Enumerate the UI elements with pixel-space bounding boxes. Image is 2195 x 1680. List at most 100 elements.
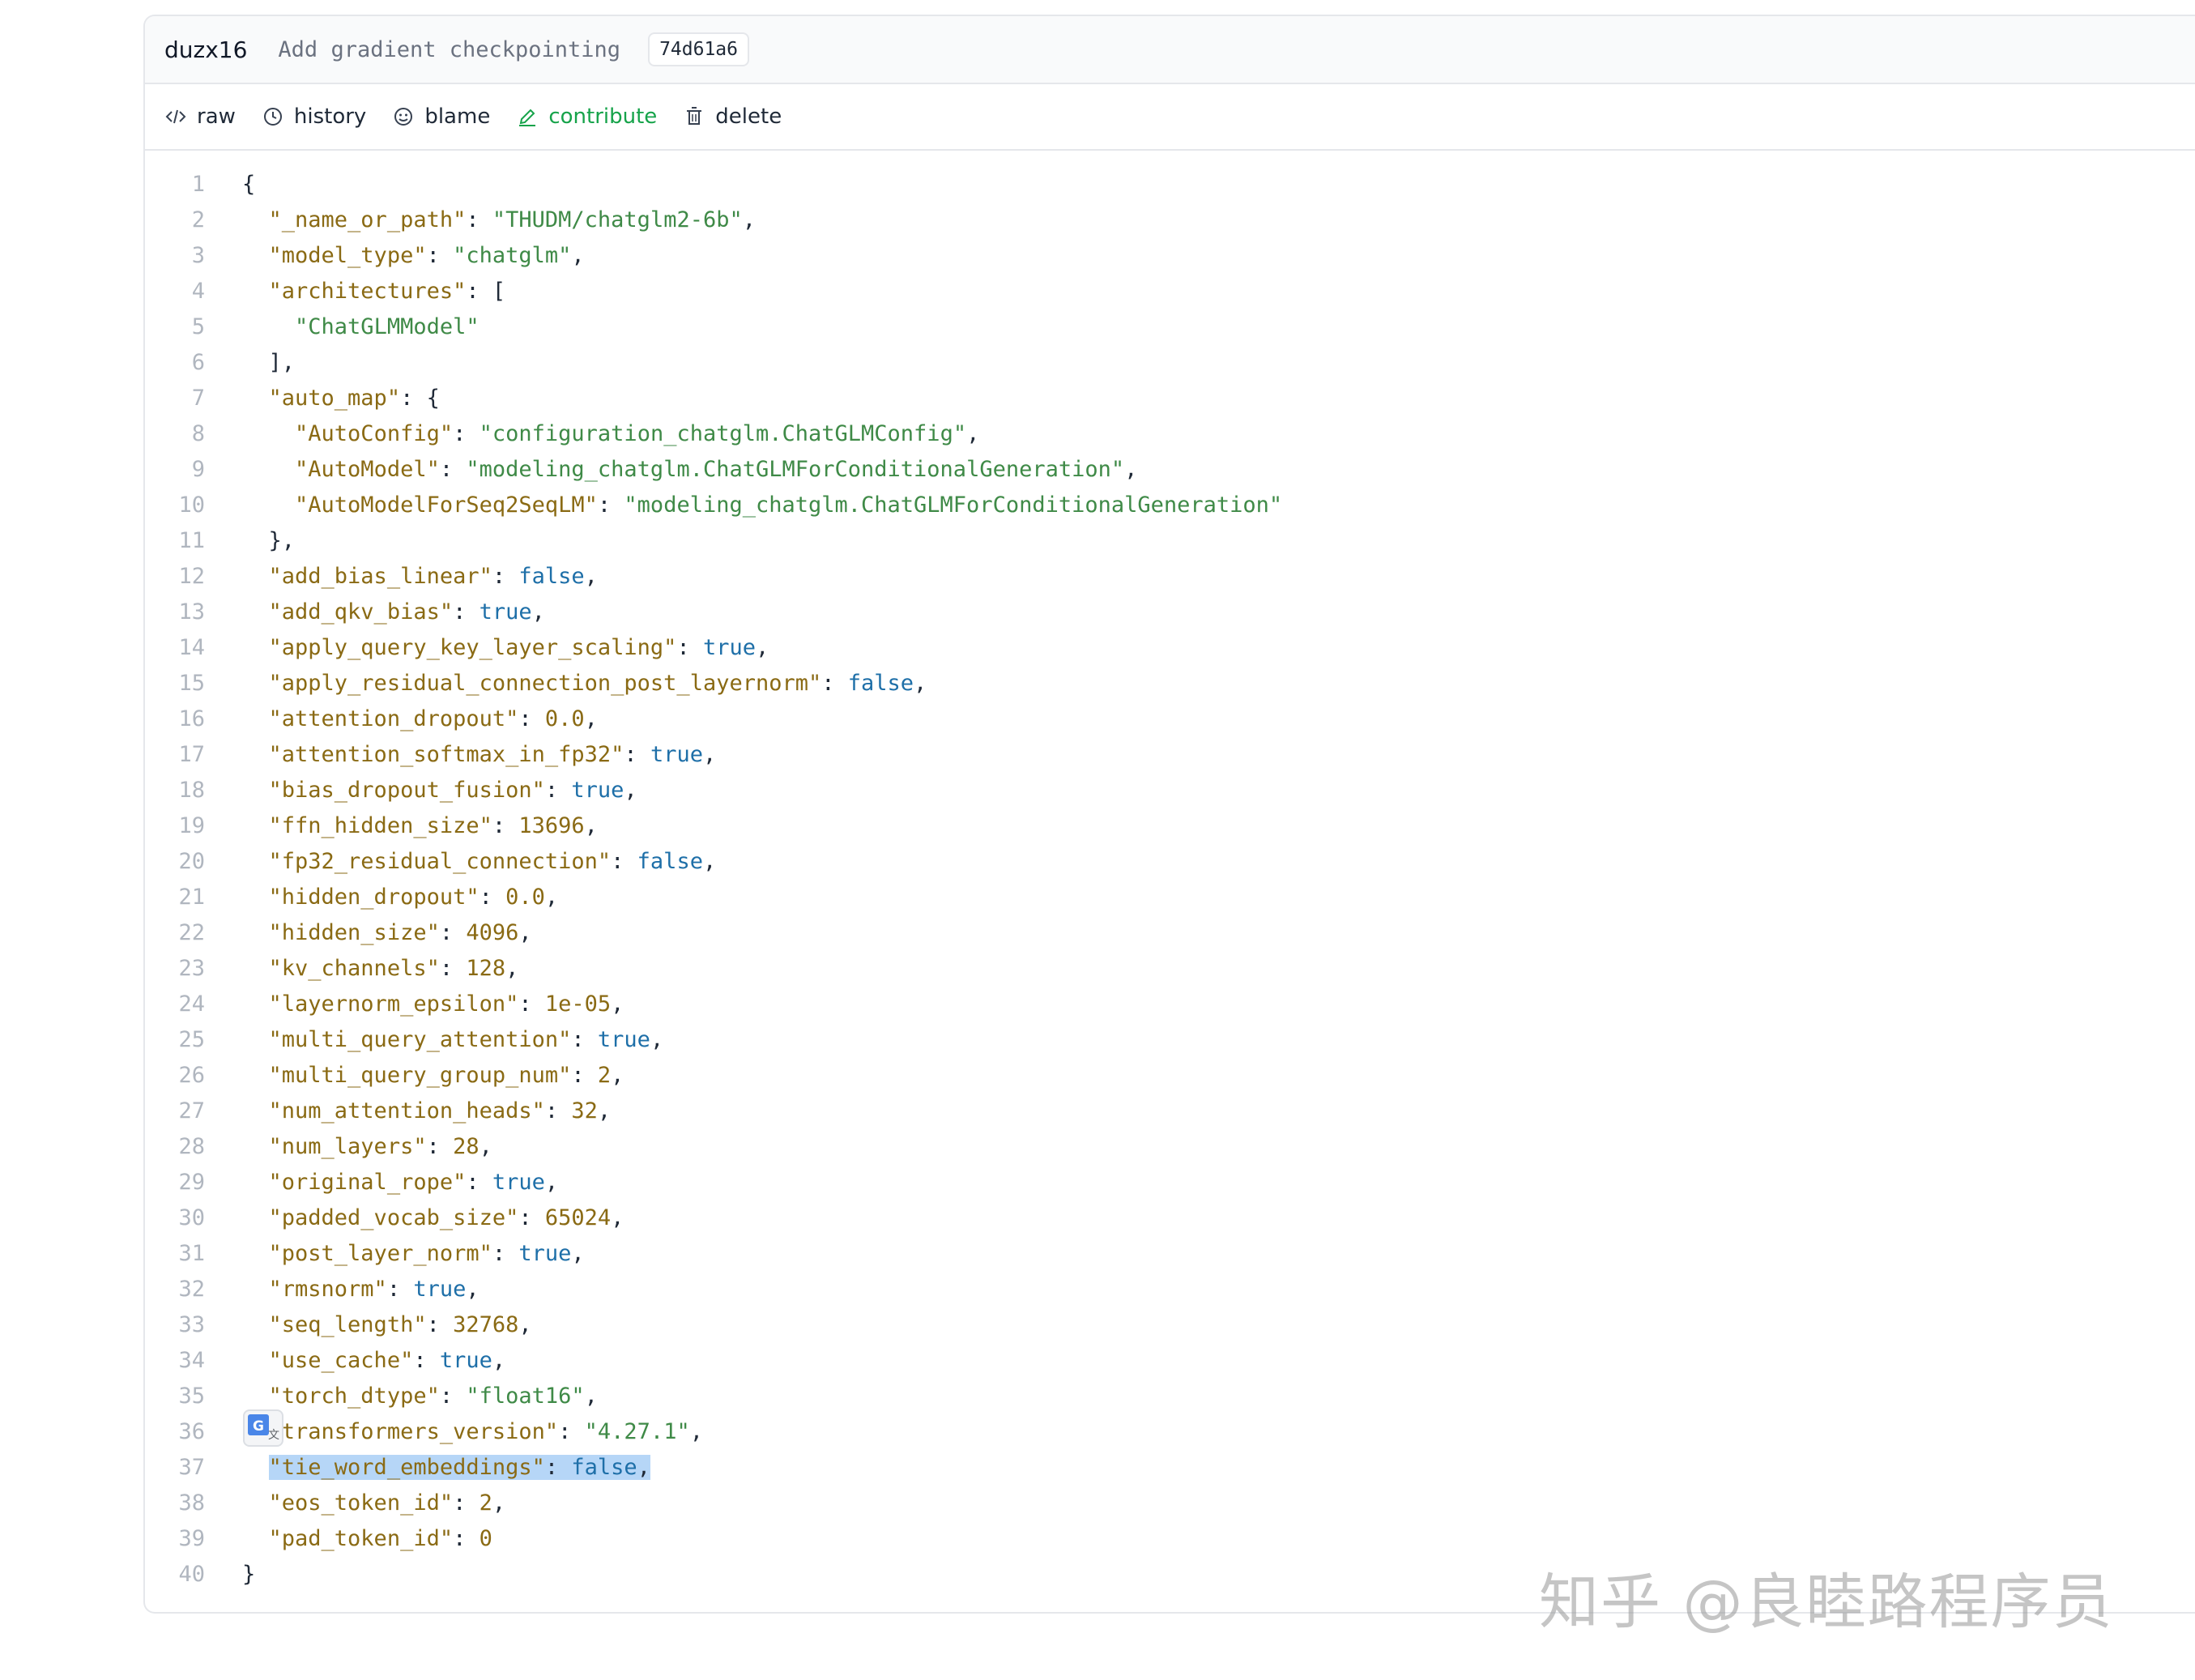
line-number[interactable]: 16 [145, 701, 205, 737]
line-number[interactable]: 22 [145, 915, 205, 951]
json-punctuation [242, 207, 269, 232]
line-number[interactable]: 28 [145, 1129, 205, 1165]
code-line: 23 "kv_channels": 128, [145, 951, 2195, 987]
json-punctuation [242, 1312, 269, 1337]
line-number[interactable]: 13 [145, 595, 205, 630]
line-content: "transformers_version": "4.27.1", [242, 1414, 703, 1450]
line-content: "AutoModelForSeq2SeqLM": "modeling_chatg… [242, 488, 1282, 523]
line-content: "hidden_size": 4096, [242, 915, 532, 951]
contribute-button[interactable]: contribute [516, 104, 657, 129]
json-punctuation: }, [242, 528, 296, 553]
line-number[interactable]: 6 [145, 345, 205, 381]
line-number[interactable]: 9 [145, 452, 205, 488]
commit-author[interactable]: duzx16 [164, 36, 247, 63]
line-number[interactable]: 35 [145, 1379, 205, 1414]
line-number[interactable]: 3 [145, 238, 205, 274]
json-punctuation [242, 279, 269, 304]
line-number[interactable]: 30 [145, 1200, 205, 1236]
code-line: 9 "AutoModel": "modeling_chatglm.ChatGLM… [145, 452, 2195, 488]
json-punctuation: , [702, 742, 717, 767]
line-number[interactable]: 24 [145, 987, 205, 1022]
line-number[interactable]: 14 [145, 630, 205, 666]
json-key: "AutoConfig" [295, 421, 454, 446]
json-key: "layernorm_epsilon" [268, 991, 519, 1017]
line-number[interactable]: 8 [145, 416, 205, 452]
line-number[interactable]: 32 [145, 1272, 205, 1307]
line-number[interactable]: 19 [145, 808, 205, 844]
line-number[interactable]: 40 [145, 1557, 205, 1593]
code-line: 32 "rmsnorm": true, [145, 1272, 2195, 1307]
line-number[interactable]: 17 [145, 737, 205, 773]
json-punctuation: : [571, 1027, 598, 1052]
json-punctuation: : [544, 1455, 572, 1480]
line-number[interactable]: 7 [145, 381, 205, 416]
json-punctuation: , [505, 956, 519, 981]
code-line: 25 "multi_query_attention": true, [145, 1022, 2195, 1058]
json-punctuation: , [624, 778, 637, 803]
code-line: 17 "attention_softmax_in_fp32": true, [145, 737, 2195, 773]
line-number[interactable]: 25 [145, 1022, 205, 1058]
line-number[interactable]: 31 [145, 1236, 205, 1272]
json-number: 0.0 [505, 885, 545, 910]
blame-label: blame [424, 104, 491, 129]
line-number[interactable]: 36 [145, 1414, 205, 1450]
code-view[interactable]: 1 {2 "_name_or_path": "THUDM/chatglm2-6b"… [145, 167, 2195, 1593]
json-punctuation: { [242, 172, 256, 197]
json-key: "ffn_hidden_size" [268, 813, 492, 838]
raw-button[interactable]: raw [164, 104, 236, 129]
commit-sha-badge[interactable]: 74d61a6 [648, 32, 749, 66]
json-punctuation: : [492, 813, 519, 838]
code-line: 19 "ffn_hidden_size": 13696, [145, 808, 2195, 844]
json-boolean: true [439, 1348, 492, 1373]
line-content: "tie_word_embeddings": false, [242, 1450, 650, 1486]
json-number: 65024 [544, 1205, 612, 1230]
line-content: "kv_channels": 128, [242, 951, 519, 987]
line-number[interactable]: 2 [145, 203, 205, 238]
json-punctuation [242, 492, 295, 518]
line-content: "AutoConfig": "configuration_chatglm.Cha… [242, 416, 979, 452]
line-number[interactable]: 10 [145, 488, 205, 523]
line-number[interactable]: 15 [145, 666, 205, 701]
delete-button[interactable]: delete [683, 104, 782, 129]
line-content: "_name_or_path": "THUDM/chatglm2-6b", [242, 203, 756, 238]
line-number[interactable]: 37 [145, 1450, 205, 1486]
line-number[interactable]: 29 [145, 1165, 205, 1200]
line-number[interactable]: 1 [145, 167, 205, 203]
json-key: "num_attention_heads" [268, 1098, 545, 1124]
blame-button[interactable]: blame [392, 104, 490, 129]
line-content: "model_type": "chatglm", [242, 238, 585, 274]
translate-button[interactable]: G 文 [243, 1409, 283, 1447]
json-key: "num_layers" [268, 1134, 427, 1159]
json-punctuation [242, 1098, 269, 1124]
json-key: "bias_dropout_fusion" [268, 778, 545, 803]
trash-icon [687, 107, 702, 125]
json-string: "4.27.1" [584, 1419, 690, 1444]
line-number[interactable]: 20 [145, 844, 205, 880]
line-number[interactable]: 34 [145, 1343, 205, 1379]
json-punctuation: , [544, 1170, 559, 1195]
history-button[interactable]: history [262, 104, 366, 129]
line-content: "multi_query_attention": true, [242, 1022, 664, 1058]
smiley-icon [394, 108, 413, 126]
line-number[interactable]: 18 [145, 773, 205, 808]
line-number[interactable]: 39 [145, 1521, 205, 1557]
json-string: "configuration_chatglm.ChatGLMConfig" [479, 421, 967, 446]
line-content: } [242, 1557, 255, 1593]
line-number[interactable]: 12 [145, 559, 205, 595]
json-key: "hidden_dropout" [268, 885, 479, 910]
line-number[interactable]: 38 [145, 1486, 205, 1521]
line-number[interactable]: 23 [145, 951, 205, 987]
line-number[interactable]: 11 [145, 523, 205, 559]
json-punctuation [242, 920, 269, 945]
line-content: "post_layer_norm": true, [242, 1236, 585, 1272]
line-content: "torch_dtype": "float16", [242, 1379, 598, 1414]
line-content: "ChatGLMModel" [242, 309, 479, 345]
commit-message[interactable]: Add gradient checkpointing [278, 37, 620, 62]
line-number[interactable]: 26 [145, 1058, 205, 1094]
line-number[interactable]: 4 [145, 274, 205, 309]
line-number[interactable]: 33 [145, 1307, 205, 1343]
json-boolean: true [597, 1027, 650, 1052]
line-number[interactable]: 27 [145, 1094, 205, 1129]
line-number[interactable]: 5 [145, 309, 205, 345]
line-number[interactable]: 21 [145, 880, 205, 915]
